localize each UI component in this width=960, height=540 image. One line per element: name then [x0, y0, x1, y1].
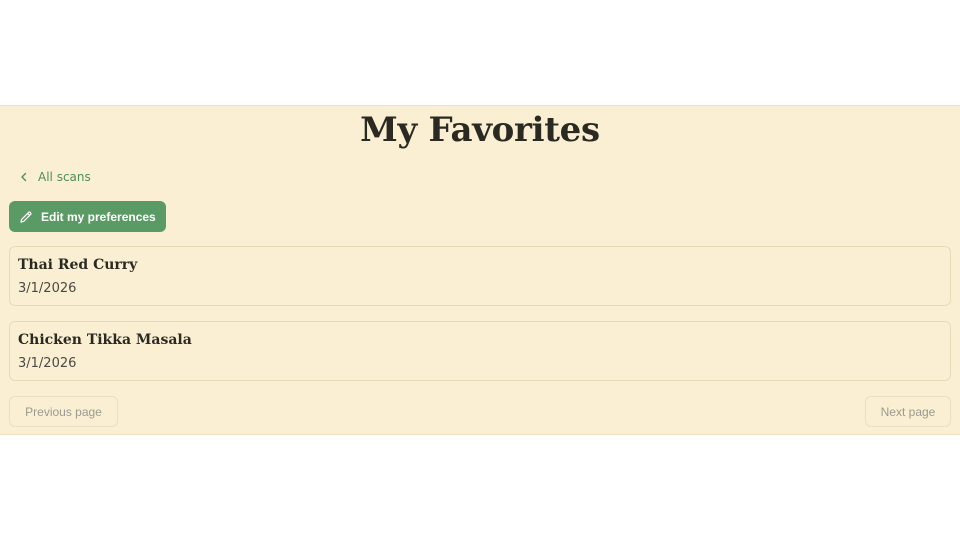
- favorite-date: 3/1/2026: [18, 281, 77, 296]
- pencil-icon: [19, 210, 33, 224]
- previous-page-button[interactable]: Previous page: [9, 396, 118, 427]
- favorites-panel: My Favorites All scans Edit my preferenc…: [0, 105, 960, 435]
- all-scans-label: All scans: [38, 170, 91, 184]
- favorite-title: Chicken Tikka Masala: [18, 332, 192, 348]
- edit-preferences-button[interactable]: Edit my preferences: [9, 201, 166, 232]
- all-scans-link[interactable]: All scans: [20, 170, 91, 184]
- chevron-left-icon: [20, 172, 28, 182]
- favorite-card[interactable]: Thai Red Curry 3/1/2026: [9, 246, 951, 306]
- favorite-card[interactable]: Chicken Tikka Masala 3/1/2026: [9, 321, 951, 381]
- page-title: My Favorites: [360, 110, 600, 150]
- favorite-date: 3/1/2026: [18, 356, 77, 371]
- edit-preferences-label: Edit my preferences: [41, 209, 156, 224]
- favorite-title: Thai Red Curry: [18, 257, 138, 273]
- next-page-button[interactable]: Next page: [865, 396, 951, 427]
